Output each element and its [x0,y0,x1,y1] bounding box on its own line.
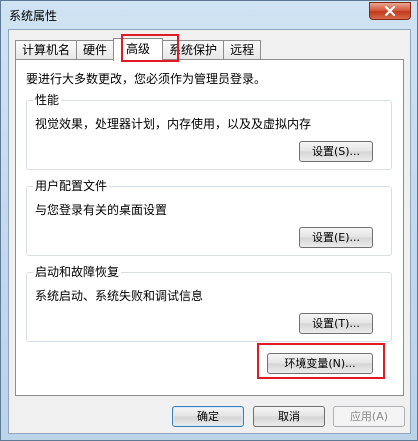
tab-hardware[interactable]: 硬件 [76,40,115,60]
system-properties-window: 系统属性 计算机名 硬件 高级 系统保护 远程 要进行大多数更改，您必须作为管理… [0,0,418,441]
user-profiles-settings-button[interactable]: 设置(E)... [299,227,373,248]
tab-computer-name[interactable]: 计算机名 [15,40,78,60]
performance-label: 性能 [33,93,62,107]
tab-system-protection[interactable]: 系统保护 [162,40,225,60]
startup-recovery-label: 启动和故障恢复 [33,265,122,279]
performance-settings-button[interactable]: 设置(S)... [299,141,373,162]
tab-advanced[interactable]: 高级 [113,38,164,61]
admin-notice: 要进行大多数更改，您必须作为管理员登录。 [26,72,267,86]
performance-description: 视觉效果，处理器计划，内存使用，以及及虚拟内存 [35,117,312,131]
environment-variables-button[interactable]: 环境变量(N)... [267,353,373,374]
startup-recovery-description: 系统启动、系统失败和调试信息 [35,289,204,303]
startup-recovery-group: 启动和故障恢复 系统启动、系统失败和调试信息 设置(T)... [26,265,392,342]
user-profiles-group: 用户配置文件 与您登录有关的桌面设置 设置(E)... [26,179,392,256]
user-profiles-label: 用户配置文件 [33,179,110,193]
ok-button[interactable]: 确定 [172,406,244,427]
dialog-body: 计算机名 硬件 高级 系统保护 远程 要进行大多数更改，您必须作为管理员登录。 … [8,29,411,434]
performance-group: 性能 视觉效果，处理器计划，内存使用，以及及虚拟内存 设置(S)... [26,93,392,170]
cancel-button[interactable]: 取消 [253,406,325,427]
window-title: 系统属性 [9,9,58,23]
tab-remote[interactable]: 远程 [223,40,262,60]
startup-recovery-settings-button[interactable]: 设置(T)... [299,313,373,334]
close-button[interactable] [369,2,411,20]
apply-button[interactable]: 应用(A) [333,406,405,427]
tab-strip: 计算机名 硬件 高级 系统保护 远程 [15,38,262,61]
advanced-tab-panel: 要进行大多数更改，您必须作为管理员登录。 性能 视觉效果，处理器计划，内存使用，… [15,59,404,396]
close-icon [384,6,396,16]
title-bar[interactable]: 系统属性 [1,1,417,29]
user-profiles-description: 与您登录有关的桌面设置 [35,203,168,217]
